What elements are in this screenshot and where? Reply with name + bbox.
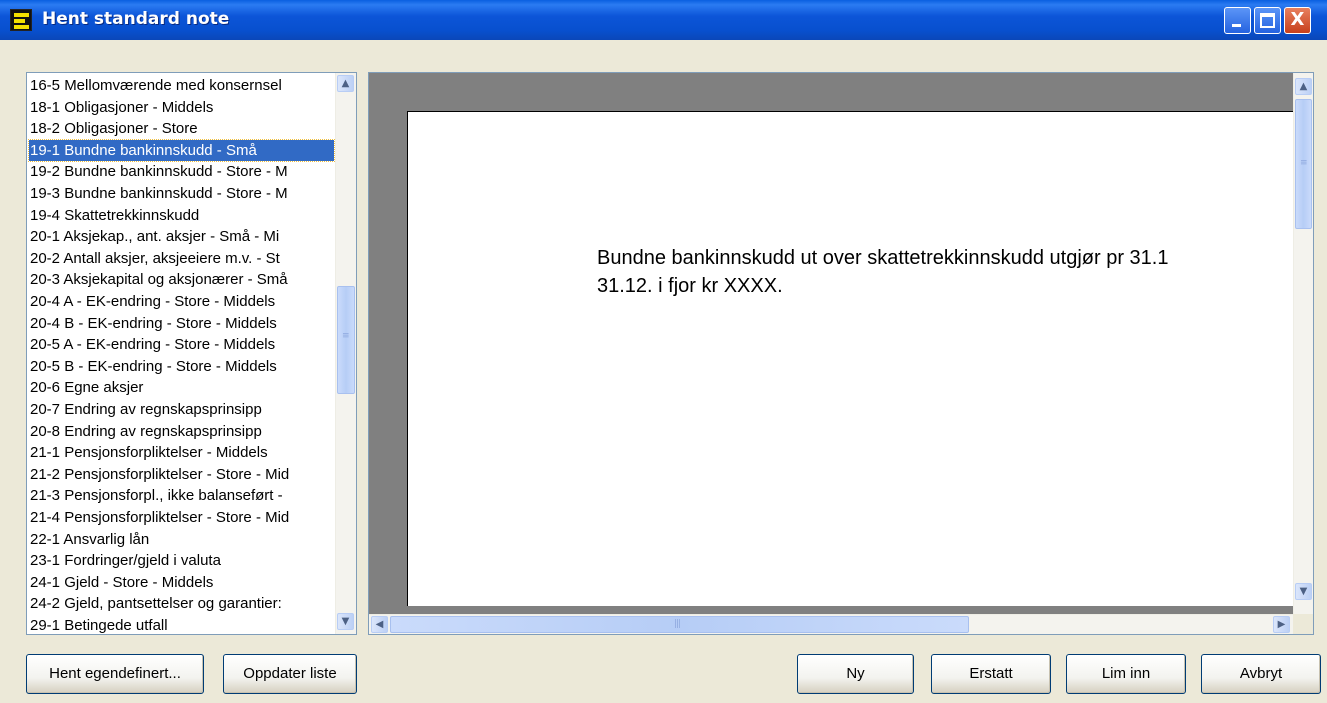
app-icon <box>10 9 32 31</box>
maximize-button[interactable] <box>1254 7 1281 34</box>
hent-standard-note-dialog: Hent standard note X 16-5 Mellomværende … <box>0 0 1327 703</box>
close-button[interactable]: X <box>1284 7 1311 34</box>
erstatt-button[interactable]: Erstatt <box>931 654 1051 694</box>
minimize-button[interactable] <box>1224 7 1251 34</box>
window-title: Hent standard note <box>42 9 230 29</box>
list-item[interactable]: 24-2 Gjeld, pantsettelser og garantier: <box>29 593 334 614</box>
close-icon: X <box>1290 9 1305 30</box>
list-item[interactable]: 20-4 B - EK-endring - Store - Middels <box>29 313 334 334</box>
scroll-down-icon[interactable]: ▼ <box>1295 583 1312 600</box>
preview-vertical-scrollbar[interactable]: ▲ ≡ ▼ <box>1293 73 1313 614</box>
list-item[interactable]: 21-3 Pensjonsforpl., ikke balanseført - <box>29 485 334 506</box>
list-item[interactable]: 24-1 Gjeld - Store - Middels <box>29 572 334 593</box>
list-item-selected[interactable]: 19-1 Bundne bankinnskudd - Små <box>28 138 335 162</box>
list-item[interactable]: 18-2 Obligasjoner - Store <box>29 118 334 139</box>
preview-hscroll-thumb[interactable]: ||| <box>390 616 969 633</box>
preview-line-2: 31.12. i fjor kr XXXX. <box>597 275 783 297</box>
list-item[interactable]: 16-5 Mellomværende med konsernsel <box>29 75 334 96</box>
scroll-right-icon[interactable]: ▶ <box>1273 616 1290 633</box>
preview-line-1: Bundne bankinnskudd ut over skattetrekki… <box>597 247 1169 269</box>
preview-vscroll-thumb[interactable]: ≡ <box>1295 99 1312 229</box>
list-item[interactable]: 21-1 Pensjonsforpliktelser - Middels <box>29 442 334 463</box>
note-preview[interactable]: Bundne bankinnskudd ut over skattetrekki… <box>368 72 1314 635</box>
list-item[interactable]: 20-5 B - EK-endring - Store - Middels <box>29 356 334 377</box>
list-item[interactable]: 20-7 Endring av regnskapsprinsipp <box>29 399 334 420</box>
list-item[interactable]: 22-1 Ansvarlig lån <box>29 529 334 550</box>
scroll-up-icon[interactable]: ▲ <box>1295 78 1312 95</box>
list-item[interactable]: 19-4 Skattetrekkinnskudd <box>29 205 334 226</box>
lim-inn-button[interactable]: Lim inn <box>1066 654 1186 694</box>
maximize-icon <box>1260 13 1275 28</box>
list-item[interactable]: 18-1 Obligasjoner - Middels <box>29 97 334 118</box>
scroll-down-icon[interactable]: ▼ <box>337 613 354 630</box>
list-item[interactable]: 19-2 Bundne bankinnskudd - Store - M <box>29 161 334 182</box>
ny-button[interactable]: Ny <box>797 654 914 694</box>
minimize-icon <box>1232 24 1241 27</box>
list-item[interactable]: 20-3 Aksjekapital og aksjonærer - Små <box>29 269 334 290</box>
list-item[interactable]: 20-2 Antall aksjer, aksjeeiere m.v. - St <box>29 248 334 269</box>
notes-listbox[interactable]: 16-5 Mellomværende med konsernsel 18-1 Ob… <box>26 72 357 635</box>
avbryt-button[interactable]: Avbryt <box>1201 654 1321 694</box>
preview-page[interactable]: Bundne bankinnskudd ut over skattetrekki… <box>407 111 1297 606</box>
list-item[interactable]: 20-8 Endring av regnskapsprinsipp <box>29 421 334 442</box>
scrollbar-corner <box>1293 614 1313 634</box>
list-item[interactable]: 23-1 Fordringer/gjeld i valuta <box>29 550 334 571</box>
list-item[interactable]: 20-1 Aksjekap., ant. aksjer - Små - Mi <box>29 226 334 247</box>
list-item[interactable]: 21-2 Pensjonsforpliktelser - Store - Mid <box>29 464 334 485</box>
preview-horizontal-scrollbar[interactable]: ◀ ||| ▶ <box>369 614 1293 634</box>
list-scroll-thumb[interactable]: ≡ <box>337 286 355 394</box>
list-vertical-scrollbar[interactable]: ▲ ≡ ▼ <box>335 73 356 634</box>
list-item[interactable]: 21-4 Pensjonsforpliktelser - Store - Mid <box>29 507 334 528</box>
hent-egendefinert-button[interactable]: Hent egendefinert... <box>26 654 204 694</box>
list-item[interactable]: 20-4 A - EK-endring - Store - Middels <box>29 291 334 312</box>
scroll-left-icon[interactable]: ◀ <box>371 616 388 633</box>
list-item[interactable]: 20-6 Egne aksjer <box>29 377 334 398</box>
list-item[interactable]: 20-5 A - EK-endring - Store - Middels <box>29 334 334 355</box>
title-bar[interactable]: Hent standard note X <box>0 0 1327 40</box>
list-item[interactable]: 29-1 Betingede utfall <box>29 615 334 634</box>
list-item[interactable]: 19-3 Bundne bankinnskudd - Store - M <box>29 183 334 204</box>
scroll-up-icon[interactable]: ▲ <box>337 75 354 92</box>
oppdater-liste-button[interactable]: Oppdater liste <box>223 654 357 694</box>
